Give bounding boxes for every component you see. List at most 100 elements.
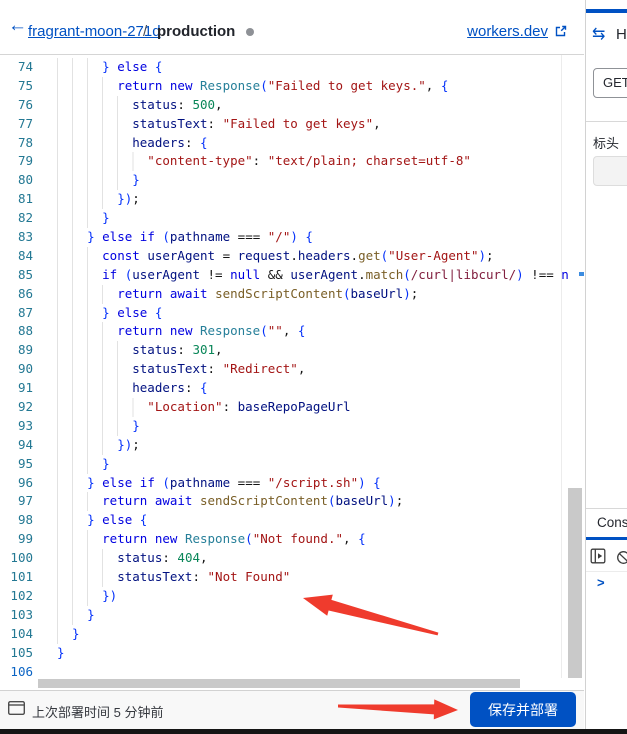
code-line: status: 404, (57, 549, 584, 569)
line-number: 105 (10, 644, 33, 660)
run-panel-icon[interactable] (590, 548, 606, 564)
editor-scroll-track-border (561, 55, 562, 678)
line-number: 74 (17, 59, 33, 74)
code-line: headers: { (57, 133, 584, 153)
line-number: 79 (17, 153, 33, 169)
line-number: 97 (17, 493, 33, 509)
environment-name: production (157, 23, 236, 40)
code-line: } (57, 209, 584, 229)
code-editor[interactable]: 74 75 76 77 78 79 80 81 82 83 84 85 86 87 88 89 90 91 92 93… (0, 55, 584, 678)
line-number: 75 (17, 77, 33, 93)
code-line: } else if (pathname === "/script.sh") { (57, 473, 584, 493)
code-line: } (57, 171, 584, 191)
console-section-divider (586, 508, 627, 509)
line-number: 98 (17, 512, 33, 528)
code-line: } else { (57, 58, 584, 77)
line-number: 83 (17, 229, 33, 245)
clear-console-icon[interactable] (616, 550, 627, 565)
line-number: 81 (17, 191, 33, 207)
active-tab-indicator (586, 9, 627, 13)
code-line: "Location": baseRepoPageUrl (57, 398, 584, 417)
console-prompt-chevron: > (597, 575, 605, 590)
gutter: 74 75 76 77 78 79 80 81 82 83 84 85 86 87 88 89 90 91 92 93… (0, 58, 33, 678)
line-number: 94 (17, 436, 33, 452)
console-tab-underline (586, 537, 627, 540)
line-number: 86 (17, 285, 33, 301)
worker-name-link[interactable]: fragrant-moon-271d (28, 23, 161, 40)
swap-arrows-icon: ⇆ (592, 26, 606, 43)
code-line: status: 500, (57, 95, 584, 115)
line-number: 84 (17, 247, 33, 263)
line-number: 92 (17, 399, 33, 415)
code-line: }); (57, 435, 584, 455)
line-number: 100 (10, 550, 33, 566)
code-line: }) (57, 586, 584, 606)
code-line: return await sendScriptContent(baseUrl); (57, 492, 584, 512)
code-line: } (57, 454, 584, 474)
line-number: 101 (10, 569, 33, 585)
line-number: 76 (17, 96, 33, 112)
line-number: 85 (17, 266, 33, 282)
line-number: 103 (10, 606, 33, 622)
code-line: } (57, 416, 584, 436)
code-line: } else { (57, 303, 584, 323)
code-line: } else if (pathname === "/") { (57, 228, 584, 247)
code-line: } (57, 624, 584, 644)
unsaved-changes-dot (246, 28, 254, 36)
line-number: 80 (17, 172, 33, 188)
headers-label: 标头 (593, 136, 620, 151)
back-arrow-icon[interactable]: ← (8, 15, 27, 37)
line-number: 104 (10, 625, 33, 641)
code-line: } (57, 605, 584, 625)
breadcrumb-separator: / (143, 23, 148, 40)
code-line: } (57, 644, 65, 660)
save-deploy-button[interactable]: 保存并部署 (470, 692, 576, 727)
http-request-panel: ⇆ H GET 标头 Conso > (585, 0, 627, 729)
line-number: 95 (17, 455, 33, 471)
line-number: 91 (17, 380, 33, 396)
line-number: 106 (10, 663, 33, 679)
header-input[interactable] (593, 156, 627, 186)
line-number: 82 (17, 210, 33, 226)
tab-console[interactable]: Conso (597, 515, 627, 530)
code-line: return new Response("Not found.", { (57, 530, 584, 550)
code-line: } else { (57, 511, 584, 531)
topbar: ← fragrant-moon-271d / production worker… (0, 0, 584, 55)
horizontal-scrollbar-thumb[interactable] (38, 679, 520, 688)
console-toolbar-divider (586, 571, 627, 572)
footer-bar: 上次部署时间 5 分钟前 保存并部署 (0, 690, 584, 729)
method-select[interactable]: GET (593, 68, 627, 98)
line-number: 87 (17, 304, 33, 320)
panel-divider (586, 121, 627, 122)
code-line: return await sendScriptContent(baseUrl); (57, 284, 584, 304)
code-line: }); (57, 190, 584, 210)
deployment-history-icon (8, 701, 25, 715)
bottom-edge-bar (0, 729, 627, 734)
line-number: 99 (17, 531, 33, 547)
code-line: "content-type": "text/plain; charset=utf… (57, 152, 584, 172)
workers-editor-page: ← fragrant-moon-271d / production worker… (0, 0, 627, 734)
line-number: 77 (17, 115, 33, 131)
workers-dev-link[interactable]: workers.dev (467, 23, 548, 40)
external-link-icon (555, 25, 567, 37)
code-line: headers: { (57, 379, 584, 399)
overview-ruler-cursor-mark (579, 272, 584, 276)
line-number: 96 (17, 474, 33, 490)
tab-http[interactable]: H (616, 26, 627, 43)
vertical-scrollbar-thumb[interactable] (568, 488, 582, 678)
code-line: statusText: "Redirect", (57, 360, 584, 380)
line-number: 102 (10, 587, 33, 603)
code-line: status: 301, (57, 341, 584, 361)
last-deploy-text: 上次部署时间 5 分钟前 (32, 705, 164, 720)
line-number: 78 (17, 134, 33, 150)
line-number: 89 (17, 342, 33, 358)
code-line: return new Response("", { (57, 322, 584, 342)
code-line: return new Response("Failed to get keys.… (57, 76, 584, 96)
code-line: statusText: "Not Found" (57, 568, 584, 587)
code-area[interactable]: } else {return new Response("Failed to g… (57, 58, 584, 678)
code-line: const userAgent = request.headers.get("U… (57, 246, 584, 266)
line-number: 88 (17, 323, 33, 339)
code-line: statusText: "Failed to get keys", (57, 114, 584, 134)
code-line: if (userAgent != null && userAgent.match… (57, 265, 584, 285)
